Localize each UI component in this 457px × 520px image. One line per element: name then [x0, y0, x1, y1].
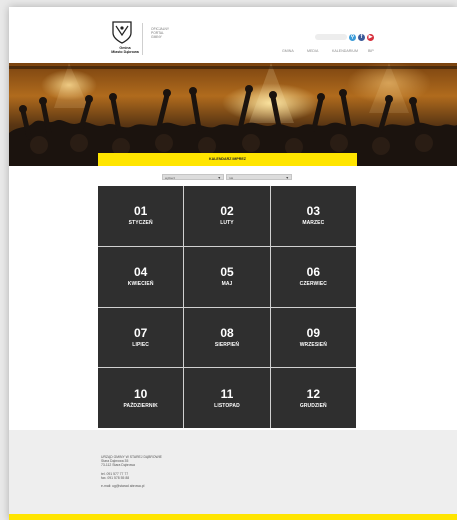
month-name: LIPIEC: [132, 341, 150, 348]
calendar-title-bar: Kalendarz imprez: [98, 153, 357, 166]
facebook-icon[interactable]: f: [358, 34, 365, 41]
month-number: 12: [306, 386, 320, 401]
logo[interactable]: Gmina Miasto Dąbrowa: [105, 20, 145, 66]
footer-contact: URZĄD GMINY W STAREJ DĄBROWIE Stara Dąbr…: [101, 455, 162, 488]
footer: URZĄD GMINY W STAREJ DĄBROWIE Stara Dąbr…: [9, 430, 457, 514]
month-name: WRZESIEŃ: [299, 341, 327, 348]
nav-item-kalendarium[interactable]: Kalendarium: [332, 49, 358, 53]
month-tile-08[interactable]: 08 SIERPIEŃ: [184, 307, 270, 368]
month-tile-03[interactable]: 03 MARZEC: [270, 186, 356, 246]
month-name: MAJ: [221, 281, 233, 288]
month-number: 08: [220, 325, 234, 340]
footer-email-link[interactable]: e-mail: ug@starad abrowa.pl: [101, 484, 162, 488]
page: Gmina Miasto Dąbrowa Oficjalny portal gm…: [9, 7, 457, 520]
portal-line: gminy: [151, 35, 162, 40]
header: Gmina Miasto Dąbrowa Oficjalny portal gm…: [9, 7, 457, 63]
month-tile-07[interactable]: 07 LIPIEC: [98, 307, 184, 368]
youtube-icon[interactable]: ▶: [367, 34, 374, 41]
month-name: MARZEC: [302, 220, 325, 227]
select-value: wybierz: [165, 176, 176, 180]
month-name: GRUDZIEŃ: [299, 402, 327, 409]
logo-text: Gmina Miasto Dąbrowa: [105, 46, 145, 55]
nav-item-bip[interactable]: BIP: [368, 49, 374, 53]
month-number: 09: [306, 325, 320, 340]
month-name: LISTOPAD: [214, 402, 240, 409]
month-tile-06[interactable]: 06 CZERWIEC: [270, 246, 356, 307]
chevron-down-icon: ▼: [285, 176, 289, 180]
search-icon[interactable]: ⚲: [349, 34, 356, 41]
month-number: 02: [220, 204, 234, 219]
month-grid: 01 STYCZEŃ 02 LUTY 03 MARZEC 04 KWIECIEŃ 05 M…: [98, 186, 356, 428]
month-number: 01: [133, 204, 148, 219]
month-number: 04: [133, 265, 148, 280]
month-tile-05[interactable]: 05 MAJ: [184, 246, 270, 307]
month-name: CZERWIEC: [299, 281, 328, 288]
month-name: PAŹDZIERNIK: [123, 402, 158, 409]
month-tile-01[interactable]: 01 STYCZEŃ: [98, 186, 184, 246]
month-number: 11: [220, 386, 234, 401]
coat-of-arms-icon: [112, 21, 132, 44]
month-name: STYCZEŃ: [128, 220, 153, 227]
month-filter-select[interactable]: wybierz ▼: [162, 174, 224, 180]
month-number: 07: [133, 325, 148, 340]
select-value: rok: [229, 176, 234, 180]
search-input[interactable]: [315, 34, 347, 40]
concert-crowd-image: [9, 63, 457, 166]
month-number: 03: [306, 204, 320, 219]
portal-tagline: Oficjalny portal gminy: [151, 27, 191, 40]
hero-image: [9, 63, 457, 166]
nav-item-media[interactable]: Media: [307, 49, 318, 53]
month-name: SIERPIEŃ: [214, 341, 240, 348]
logo-line: Miasto Dąbrowa: [111, 50, 139, 55]
month-number: 06: [306, 265, 320, 280]
month-tile-02[interactable]: 02 LUTY: [184, 186, 270, 246]
month-name: LUTY: [220, 220, 234, 227]
month-tile-09[interactable]: 09 WRZESIEŃ: [270, 307, 356, 368]
footer-accent-bar: [9, 514, 457, 520]
month-tile-10[interactable]: 10 PAŹDZIERNIK: [98, 368, 184, 428]
nav-item-gmina[interactable]: Gmina: [282, 49, 294, 53]
month-number: 10: [133, 386, 148, 401]
month-number: 05: [220, 265, 234, 280]
month-tile-04[interactable]: 04 KWIECIEŃ: [98, 246, 184, 307]
month-name: KWIECIEŃ: [127, 281, 154, 288]
year-filter-select[interactable]: rok ▼: [226, 174, 292, 180]
month-tile-11[interactable]: 11 LISTOPAD: [184, 368, 270, 428]
chevron-down-icon: ▼: [217, 176, 221, 180]
month-tile-12[interactable]: 12 GRUDZIEŃ: [270, 368, 356, 428]
logo-divider: [142, 23, 143, 55]
